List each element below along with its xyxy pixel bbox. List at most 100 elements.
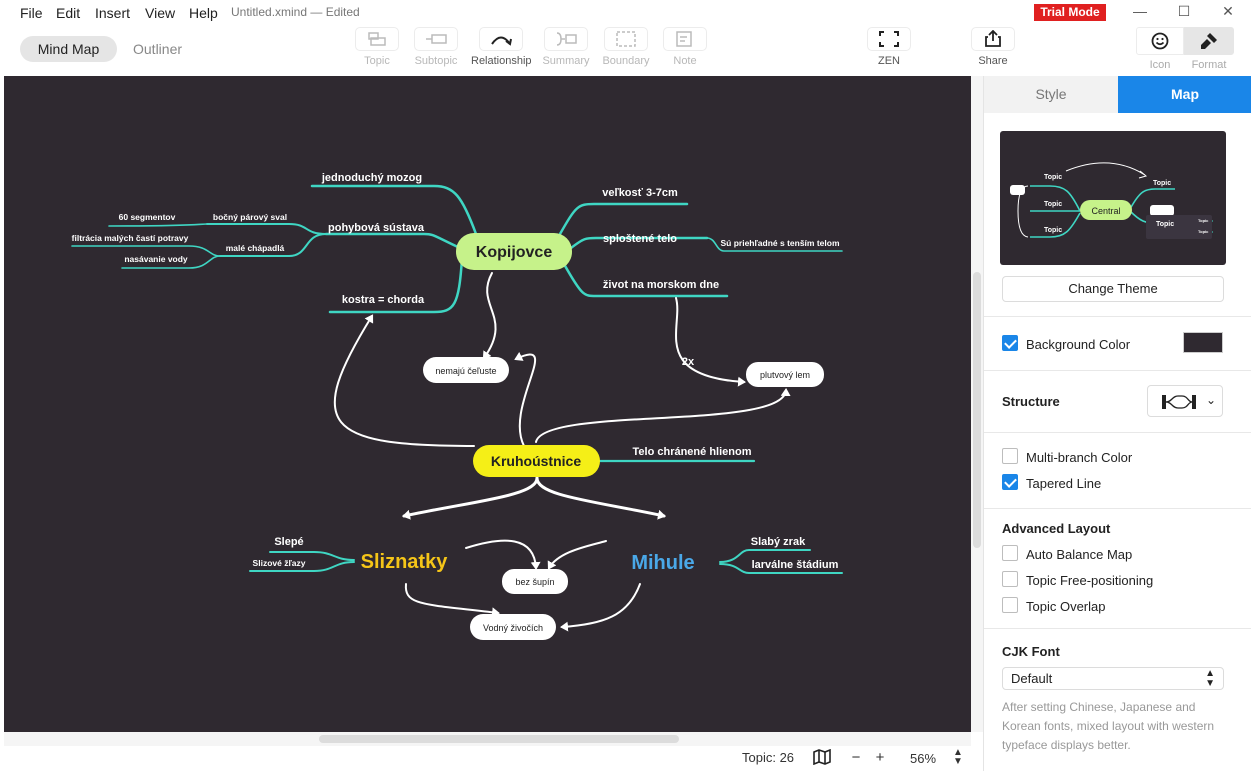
vertical-scroll-thumb[interactable]: [973, 272, 981, 548]
preview-topic-text: Topic: [1044, 174, 1062, 181]
tab-outliner[interactable]: Outliner: [133, 41, 182, 57]
background-color-swatch[interactable]: [1183, 332, 1223, 353]
zoom-stepper-icon[interactable]: ▲ ▼: [949, 748, 967, 767]
xmind-window: File Edit Insert View Help Untitled.xmin…: [0, 0, 1251, 771]
multi-branch-color-label: Multi-branch Color: [1026, 450, 1133, 465]
trial-mode-badge[interactable]: Trial Mode: [1034, 4, 1106, 21]
kruhoustnice-branches: [249, 459, 843, 574]
topic-text[interactable]: Sú priehľadné s tenším telom: [721, 238, 840, 248]
topic-text[interactable]: pohybová sústava: [328, 222, 425, 234]
structure-select[interactable]: ⌄: [1147, 385, 1223, 417]
zen-label: ZEN: [878, 55, 900, 67]
note-label: Note: [673, 55, 697, 67]
background-color-checkbox[interactable]: [1002, 335, 1018, 351]
summary-label: Summary: [542, 55, 590, 67]
topic-overlap-checkbox[interactable]: [1002, 597, 1018, 613]
menu-bar: File Edit Insert View Help Untitled.xmin…: [0, 0, 1251, 26]
note-button[interactable]: Note: [655, 27, 715, 67]
zoom-out-icon[interactable]: −: [847, 748, 865, 766]
topic-button[interactable]: Topic: [347, 27, 407, 67]
zoom-in-icon[interactable]: +: [871, 748, 889, 766]
theme-preview-svg: Central Topic Topic Topic Topic Topic To…: [1010, 162, 1213, 239]
preview-subtopic-text: Topic: [1198, 229, 1209, 234]
cjk-font-title: CJK Font: [1002, 644, 1060, 659]
map-icon[interactable]: [813, 748, 831, 766]
relationship-icon: [491, 36, 512, 46]
preview-topic-text: Topic: [1044, 201, 1062, 208]
topic-text[interactable]: kostra = chorda: [342, 294, 425, 306]
topic-text[interactable]: veľkosť 3-7cm: [602, 187, 678, 199]
zen-button[interactable]: ZEN: [859, 27, 919, 67]
topic-text[interactable]: Telo chránené hlienom: [633, 446, 752, 458]
summary-button[interactable]: Summary: [536, 27, 596, 67]
cjk-font-note: After setting Chinese, Japanese and Kore…: [1002, 700, 1215, 752]
topic-text[interactable]: 60 segmentov: [119, 212, 176, 222]
relationship-label[interactable]: 2x: [682, 356, 695, 368]
topic-text[interactable]: larválne štádium: [752, 559, 839, 571]
auto-balance-label: Auto Balance Map: [1026, 547, 1133, 562]
topic-text[interactable]: Slabý zrak: [751, 536, 806, 548]
tab-mind-map[interactable]: Mind Map: [20, 36, 117, 62]
topic-text[interactable]: bočný párový sval: [213, 212, 287, 222]
free-positioning-checkbox[interactable]: [1002, 571, 1018, 587]
topic-text[interactable]: sploštené telo: [603, 233, 677, 245]
topic-text[interactable]: nasávanie vody: [124, 254, 188, 264]
multi-branch-color-checkbox[interactable]: [1002, 448, 1018, 464]
boundary-button[interactable]: Boundary: [596, 27, 656, 67]
floating-topics: nemajú čeľuste plutvový lem bez šupín Vo…: [423, 356, 824, 640]
auto-balance-checkbox[interactable]: [1002, 545, 1018, 561]
topic-text: bez šupín: [515, 577, 554, 587]
format-brush-icon: [1201, 33, 1217, 49]
subtopic-button[interactable]: Subtopic: [406, 27, 466, 67]
zoom-level[interactable]: 56%: [910, 751, 936, 766]
tab-map[interactable]: Map: [1118, 76, 1251, 113]
topic-text[interactable]: malé chápadlá: [226, 243, 285, 253]
menu-insert[interactable]: Insert: [95, 5, 130, 21]
topic-sliznatky[interactable]: Sliznatky: [361, 551, 449, 573]
format-panel-button[interactable]: Format: [1184, 27, 1234, 71]
menu-view[interactable]: View: [145, 5, 175, 21]
horizontal-scroll-thumb[interactable]: [319, 735, 679, 743]
divider: [984, 370, 1251, 371]
cjk-font-select[interactable]: Default ▲ ▼: [1002, 667, 1224, 690]
topic-text[interactable]: Slizové žľazy: [253, 558, 306, 568]
topic-count: Topic: 26: [742, 750, 795, 765]
minimize-icon[interactable]: —: [1130, 3, 1150, 19]
tapered-line-label: Tapered Line: [1026, 476, 1102, 491]
free-positioning-label: Topic Free-positioning: [1026, 573, 1154, 588]
topic-text[interactable]: jednoduchý mozog: [321, 172, 422, 184]
maximize-icon[interactable]: ☐: [1174, 3, 1194, 20]
change-theme-button[interactable]: Change Theme: [1002, 276, 1224, 302]
summary-icon: [556, 32, 577, 46]
menu-edit[interactable]: Edit: [56, 5, 80, 21]
structure-title: Structure: [1002, 394, 1060, 409]
topic-text: nemajú čeľuste: [435, 366, 496, 376]
topic-mihule[interactable]: Mihule: [631, 552, 694, 574]
menu-file[interactable]: File: [20, 5, 43, 21]
share-button[interactable]: Share: [963, 27, 1023, 67]
tab-style[interactable]: Style: [984, 76, 1118, 113]
preview-topic-text: Topic: [1044, 227, 1062, 234]
mind-map-canvas[interactable]: nemajú čeľuste plutvový lem bez šupín Vo…: [4, 76, 971, 732]
close-icon[interactable]: ✕: [1218, 3, 1238, 20]
topic-icon: [368, 32, 386, 46]
relationship-button[interactable]: Relationship: [471, 27, 532, 67]
tapered-line-checkbox[interactable]: [1002, 474, 1018, 490]
topic-text[interactable]: filtrácia malých častí potravy: [72, 233, 189, 243]
share-label: Share: [978, 55, 1008, 67]
topic-text: Kruhoústnice: [491, 453, 581, 469]
menu-help[interactable]: Help: [189, 5, 218, 21]
divider: [984, 316, 1251, 317]
icon-label: Icon: [1149, 59, 1171, 71]
panel-tabs: Style Map: [984, 76, 1251, 113]
theme-preview[interactable]: Central Topic Topic Topic Topic Topic To…: [1000, 131, 1226, 265]
preview-central-text: Central: [1091, 206, 1120, 216]
smiley-icon: [1151, 32, 1169, 50]
topic-text[interactable]: život na morskom dne: [603, 279, 719, 291]
preview-subtopic-text: Topic: [1198, 218, 1209, 223]
topic-text[interactable]: Slepé: [274, 536, 303, 548]
icon-panel-button[interactable]: Icon: [1136, 27, 1184, 71]
topic-text: Vodný živočích: [483, 623, 543, 633]
subtopic-label: Subtopic: [414, 55, 458, 67]
share-icon: [985, 30, 1001, 47]
